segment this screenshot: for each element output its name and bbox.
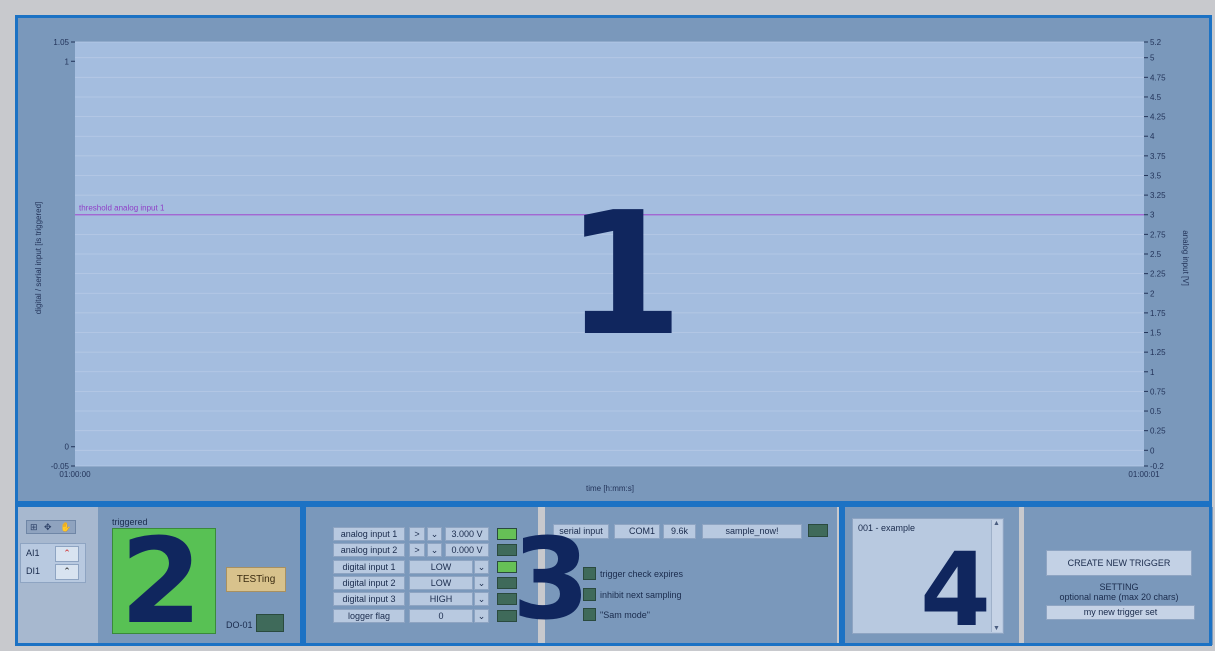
region-outline-4 [842, 504, 1212, 646]
region-outline-1 [15, 15, 1212, 504]
region-outline-3 [303, 504, 842, 646]
region-outline-2 [15, 504, 303, 646]
